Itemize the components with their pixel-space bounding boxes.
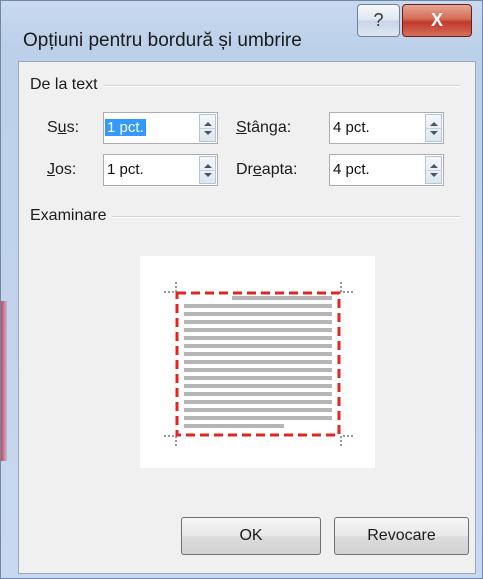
preview-text-line	[232, 296, 332, 300]
crop-mark-bottom-right	[340, 435, 353, 448]
ok-button[interactable]: OK	[181, 517, 321, 555]
label-right: Dreapta:	[236, 161, 298, 178]
spacing-left-value[interactable]: 4 pct.	[333, 119, 370, 136]
title-bar[interactable]: Opțiuni pentru bordură și umbrire ? X	[1, 1, 483, 59]
preview-text-line	[184, 336, 332, 340]
spacing-bottom-value[interactable]: 1 pct.	[107, 161, 144, 178]
spacing-bottom-spinner[interactable]: 1 pct.	[103, 154, 218, 186]
close-icon: X	[430, 10, 443, 30]
preview-text-line	[184, 392, 332, 396]
spacing-right-spinner[interactable]: 4 pct.	[329, 154, 444, 186]
preview-text-line	[184, 344, 332, 348]
arrow-up-icon[interactable]	[430, 122, 438, 126]
arrow-up-icon[interactable]	[204, 164, 212, 168]
preview-text-line	[184, 408, 332, 412]
spinner-arrows[interactable]	[425, 114, 442, 142]
background-window-edge	[1, 301, 7, 461]
preview-text-lines	[184, 296, 332, 428]
preview-text-line	[184, 304, 332, 308]
dialog-title: Opțiuni pentru bordură și umbrire	[23, 30, 302, 51]
help-button[interactable]: ?	[357, 4, 400, 37]
label-left: Stânga:	[236, 119, 292, 136]
label-bottom: Jos:	[47, 161, 77, 178]
preview-text-line	[184, 352, 332, 356]
preview-text-line	[184, 384, 332, 388]
label-top: Sus:	[47, 119, 80, 136]
crop-mark-top-left	[164, 280, 177, 293]
spinner-arrows[interactable]	[425, 156, 442, 184]
preview-text-line	[184, 376, 332, 380]
arrow-down-icon[interactable]	[204, 131, 212, 135]
preview-text-line	[184, 328, 332, 332]
group-label-from-text: De la text	[30, 76, 104, 94]
spacing-right-value[interactable]: 4 pct.	[333, 161, 370, 178]
preview-text-line	[184, 424, 284, 428]
arrow-down-icon[interactable]	[204, 173, 212, 177]
spinner-arrows[interactable]	[199, 114, 216, 142]
spacing-top-value[interactable]: 1 pct.	[105, 119, 146, 136]
close-button[interactable]: X	[402, 4, 472, 37]
spacing-left-spinner[interactable]: 4 pct.	[329, 112, 444, 144]
cancel-button[interactable]: Revocare	[334, 517, 469, 555]
preview-text-line	[184, 320, 332, 324]
preview-illustration	[164, 280, 353, 448]
group-label-preview: Examinare	[30, 207, 113, 225]
arrow-down-icon[interactable]	[430, 131, 438, 135]
help-icon: ?	[373, 10, 384, 30]
arrow-up-icon[interactable]	[204, 122, 212, 126]
preview-text-line	[184, 400, 332, 404]
spacing-top-spinner[interactable]: 1 pct.	[103, 112, 218, 144]
preview-text-line	[184, 368, 332, 372]
border-preview	[140, 256, 375, 468]
spinner-arrows[interactable]	[199, 156, 216, 184]
crop-mark-bottom-left	[164, 435, 177, 448]
preview-text-line	[184, 416, 332, 420]
arrow-down-icon[interactable]	[430, 173, 438, 177]
arrow-up-icon[interactable]	[430, 164, 438, 168]
crop-mark-top-right	[340, 280, 353, 293]
preview-text-line	[184, 360, 332, 364]
preview-text-line	[184, 312, 332, 316]
